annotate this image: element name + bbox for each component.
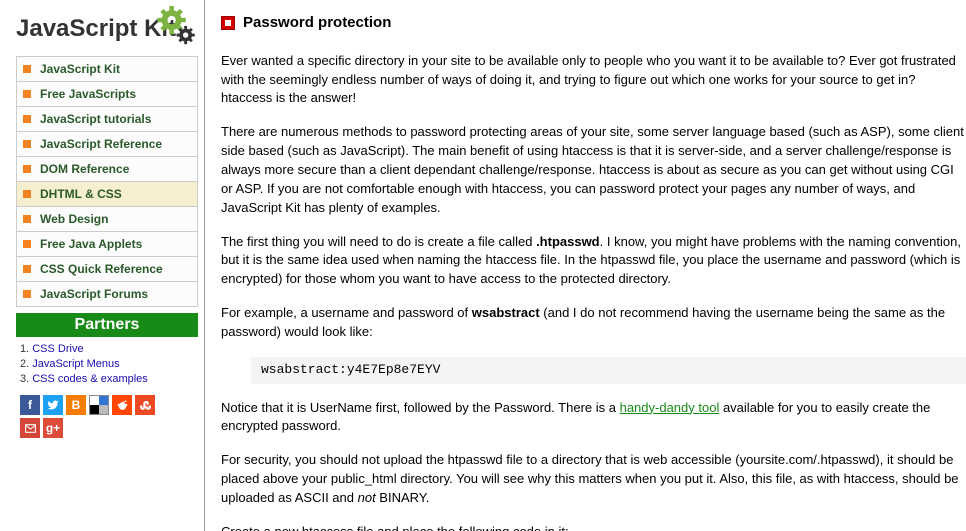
gmail-icon[interactable] [20, 418, 40, 438]
body-para: There are numerous methods to password p… [221, 123, 966, 217]
partner-item: 3. CSS codes & examples [20, 373, 198, 385]
body-para: Notice that it is UserName first, follow… [221, 399, 966, 437]
nav-item[interactable]: JavaScript Forums [17, 281, 197, 306]
nav-bullet-icon [23, 190, 31, 198]
body-para: For example, a username and password of … [221, 304, 966, 342]
nav-item[interactable]: Free JavaScripts [17, 81, 197, 106]
partner-link[interactable]: CSS Drive [32, 343, 83, 355]
nav-bullet-icon [23, 65, 31, 73]
nav-item[interactable]: JavaScript tutorials [17, 106, 197, 131]
page-title: Password protection [243, 12, 391, 34]
social-icons: f B g+ [20, 395, 170, 438]
sidebar: JavaScript Kit [10, 0, 205, 531]
nav-label: Web Design [40, 212, 108, 226]
nav-label: Free JavaScripts [40, 87, 136, 101]
twitter-icon[interactable] [43, 395, 63, 415]
code-block: wsabstract:y4E7Ep8e7EYV [251, 357, 966, 384]
nav-bullet-icon [23, 240, 31, 248]
gear-icon [150, 4, 196, 53]
nav-label: JavaScript Forums [40, 287, 148, 301]
delicious-icon[interactable] [89, 395, 109, 415]
nav-bullet-icon [23, 90, 31, 98]
title-bullet-icon [221, 16, 235, 30]
nav-item[interactable]: DHTML & CSS [17, 181, 197, 206]
main-nav: JavaScript Kit Free JavaScripts JavaScript… [16, 56, 198, 307]
blogger-icon[interactable]: B [66, 395, 86, 415]
partner-link[interactable]: JavaScript Menus [32, 358, 119, 370]
nav-label: Free Java Applets [40, 237, 142, 251]
stumbleupon-icon[interactable] [135, 395, 155, 415]
nav-bullet-icon [23, 115, 31, 123]
nav-item[interactable]: Free Java Applets [17, 231, 197, 256]
nav-bullet-icon [23, 265, 31, 273]
nav-item[interactable]: CSS Quick Reference [17, 256, 197, 281]
nav-bullet-icon [23, 215, 31, 223]
nav-bullet-icon [23, 290, 31, 298]
nav-item[interactable]: JavaScript Kit [17, 57, 197, 81]
tool-link[interactable]: handy-dandy tool [620, 400, 720, 415]
partner-item: 2. JavaScript Menus [20, 358, 198, 370]
body-para: Create a new htaccess file and place the… [221, 523, 966, 531]
body-para: The first thing you will need to do is c… [221, 233, 966, 290]
nav-bullet-icon [23, 165, 31, 173]
nav-item[interactable]: DOM Reference [17, 156, 197, 181]
logo[interactable]: JavaScript Kit [16, 8, 198, 50]
googleplus-icon[interactable]: g+ [43, 418, 63, 438]
intro-para: Ever wanted a specific directory in your… [221, 52, 966, 109]
nav-label: CSS Quick Reference [40, 262, 163, 276]
body-para: For security, you should not upload the … [221, 451, 966, 508]
partners-header: Partners [16, 313, 198, 337]
facebook-icon[interactable]: f [20, 395, 40, 415]
nav-label: JavaScript Kit [40, 62, 120, 76]
nav-label: JavaScript Reference [40, 137, 162, 151]
reddit-icon[interactable] [112, 395, 132, 415]
nav-bullet-icon [23, 140, 31, 148]
partners-list: 1. CSS Drive 2. JavaScript Menus 3. CSS co… [20, 343, 198, 385]
partner-link[interactable]: CSS codes & examples [32, 373, 148, 385]
nav-label: DHTML & CSS [40, 187, 122, 201]
main-content: Password protection Ever wanted a specif… [205, 0, 966, 531]
nav-label: DOM Reference [40, 162, 129, 176]
nav-item[interactable]: JavaScript Reference [17, 131, 197, 156]
nav-label: JavaScript tutorials [40, 112, 151, 126]
nav-item[interactable]: Web Design [17, 206, 197, 231]
partner-item: 1. CSS Drive [20, 343, 198, 355]
